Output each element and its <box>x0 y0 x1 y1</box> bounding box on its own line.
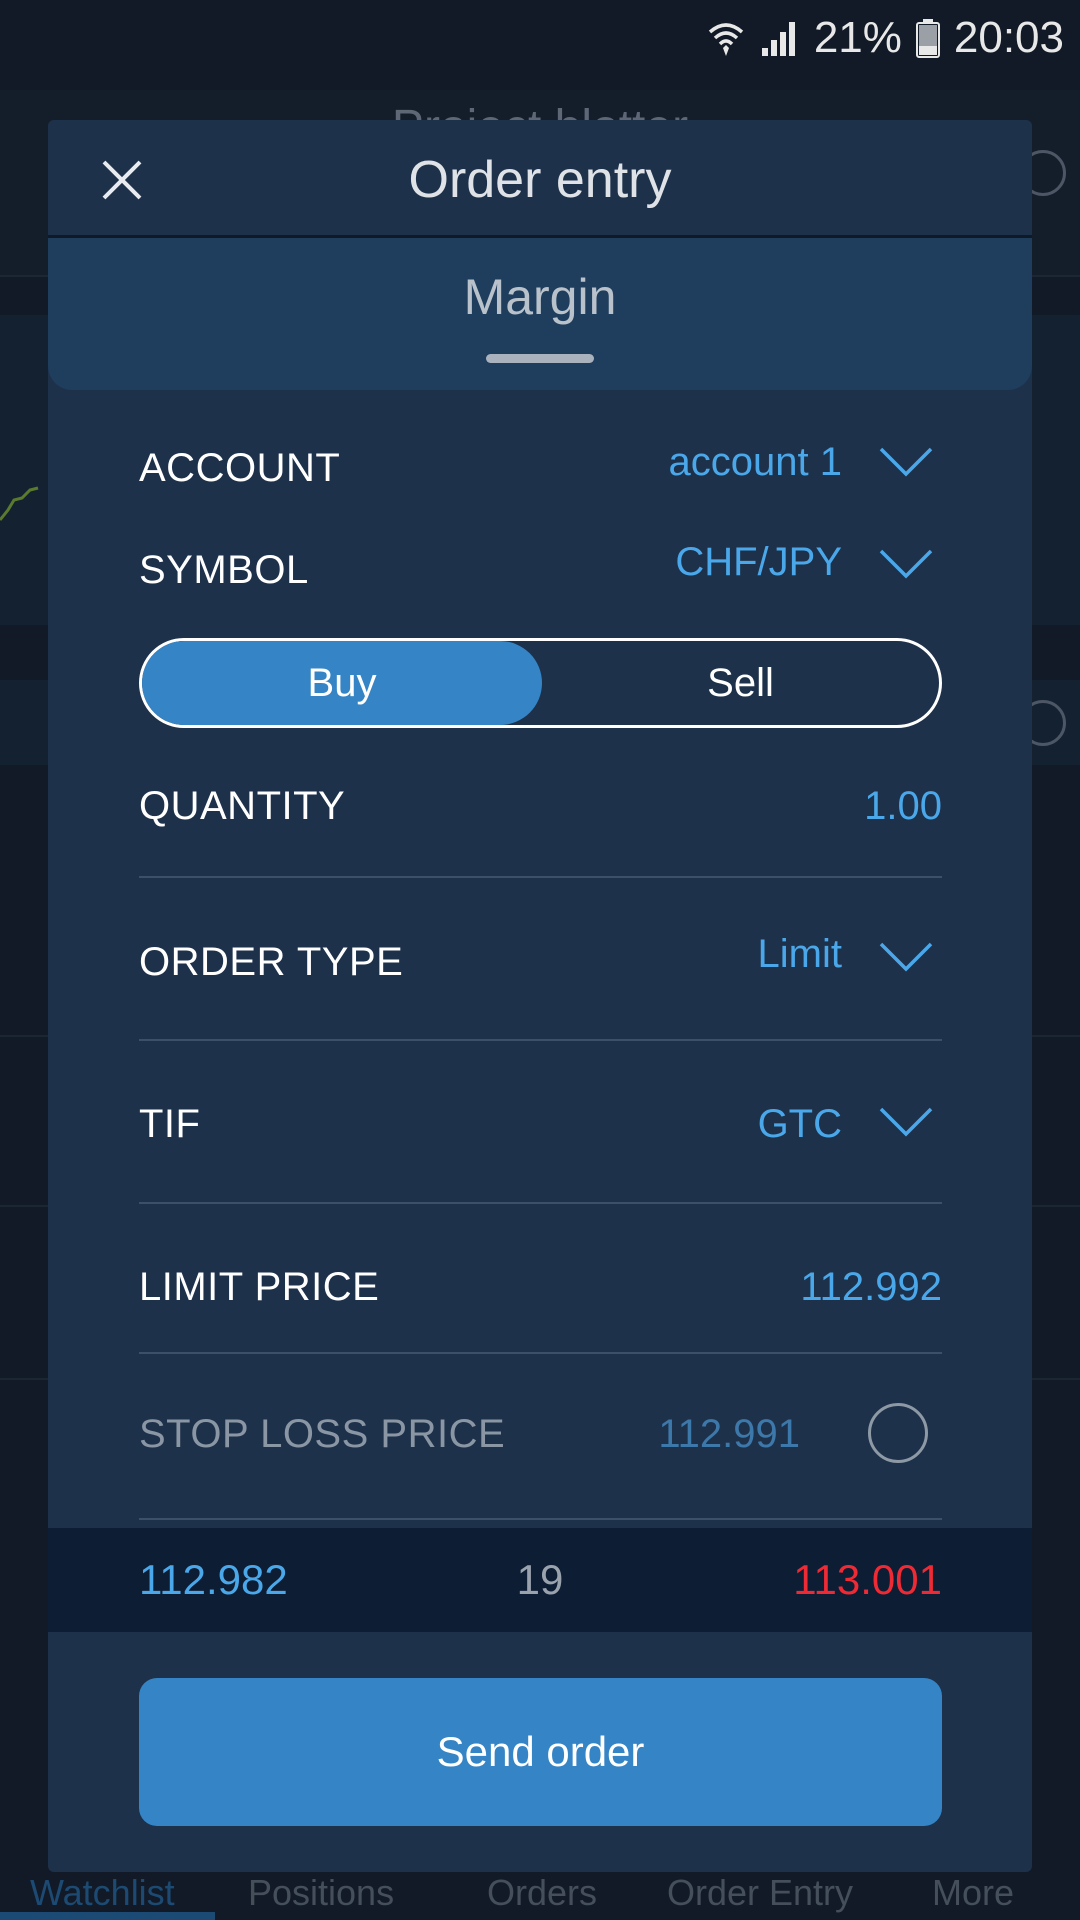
quantity-label: QUANTITY <box>139 784 346 828</box>
divider <box>139 1202 942 1204</box>
quote-bar: 112.982 19 113.001 <box>48 1528 1032 1632</box>
tab-more[interactable]: More <box>932 1870 1014 1916</box>
limit-price-input[interactable]: 112.992 <box>800 1265 942 1310</box>
tab-active-indicator <box>0 1912 215 1920</box>
tif-label: TIF <box>139 1102 201 1146</box>
tab-orders[interactable]: Orders <box>487 1870 597 1916</box>
divider <box>139 876 942 878</box>
sell-button[interactable]: Sell <box>542 641 939 725</box>
account-label: ACCOUNT <box>139 446 341 490</box>
tab-positions[interactable]: Positions <box>248 1870 394 1916</box>
tab-order-entry[interactable]: Order Entry <box>667 1870 853 1916</box>
symbol-value[interactable]: CHF/JPY <box>675 540 842 585</box>
stop-loss-toggle[interactable] <box>868 1403 928 1463</box>
ask-price: 113.001 <box>793 1556 942 1603</box>
chevron-down-icon[interactable] <box>878 547 934 581</box>
drag-handle[interactable] <box>486 354 594 363</box>
stop-loss-input[interactable]: 112.991 <box>658 1412 800 1457</box>
signal-icon <box>760 18 800 58</box>
clock: 20:03 <box>953 13 1064 62</box>
margin-section-label: Margin <box>463 269 617 325</box>
wifi-icon <box>706 18 746 58</box>
buy-button[interactable]: Buy <box>142 641 542 725</box>
divider <box>139 1039 942 1041</box>
margin-section-header[interactable]: Margin <box>48 238 1032 390</box>
dialog-title: Order entry <box>408 151 672 209</box>
divider <box>139 1518 942 1520</box>
battery-icon <box>915 18 940 58</box>
symbol-label: SYMBOL <box>139 548 309 592</box>
order-entry-dialog: Order entry Margin ACCOUNT account 1 SYM… <box>48 120 1032 1872</box>
chevron-down-icon[interactable] <box>878 445 934 479</box>
chevron-down-icon[interactable] <box>878 940 934 974</box>
divider <box>139 1352 942 1354</box>
battery-percent: 21% <box>813 13 902 62</box>
stop-loss-label: STOP LOSS PRICE <box>139 1412 506 1456</box>
send-order-button[interactable]: Send order <box>139 1678 942 1826</box>
quantity-input[interactable]: 1.00 <box>864 784 942 829</box>
chevron-down-icon[interactable] <box>878 1105 934 1139</box>
tab-watchlist[interactable]: Watchlist <box>30 1870 175 1916</box>
order-type-value[interactable]: Limit <box>758 932 842 977</box>
tif-value[interactable]: GTC <box>758 1102 842 1147</box>
limit-price-label: LIMIT PRICE <box>139 1265 380 1309</box>
dialog-header: Order entry <box>48 120 1032 238</box>
account-value[interactable]: account 1 <box>669 440 842 485</box>
order-type-label: ORDER TYPE <box>139 940 404 984</box>
background-chart-line <box>0 486 39 521</box>
side-toggle: Buy Sell <box>139 638 942 728</box>
status-bar: 21% 20:03 <box>0 0 1080 78</box>
